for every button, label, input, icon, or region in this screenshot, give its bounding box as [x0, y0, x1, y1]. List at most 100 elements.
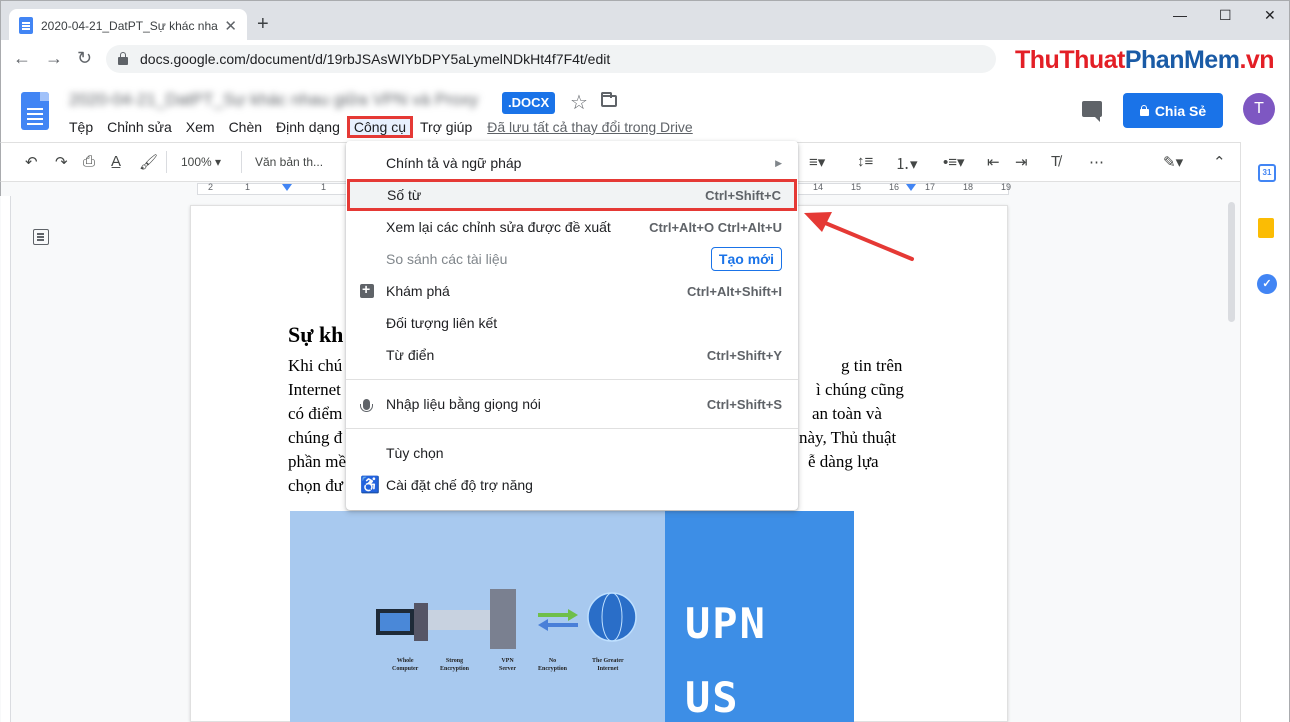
chevron-up-icon[interactable]: ⌃: [1213, 153, 1226, 171]
line-spacing-icon[interactable]: ↕≡: [857, 153, 873, 170]
vpn-illustration[interactable]: Whole Computer Strong Encryption VPN Ser…: [290, 511, 854, 722]
blue-arrow-icon: [538, 619, 578, 631]
menu-insert[interactable]: Chèn: [222, 117, 269, 137]
lock-icon: [118, 52, 128, 65]
undo-icon[interactable]: ↶: [25, 153, 38, 171]
menu-item-review-edits[interactable]: Xem lại các chỉnh sửa được đề xuất Ctrl+…: [346, 211, 798, 243]
caption-computer: Whole Computer: [392, 658, 419, 672]
clear-formatting-icon[interactable]: T̸: [1051, 153, 1060, 170]
new-tab-button[interactable]: +: [257, 13, 269, 36]
menu-item-label: Chính tả và ngữ pháp: [386, 155, 522, 171]
forward-arrow-icon[interactable]: →: [45, 48, 63, 69]
explore-icon: [360, 281, 374, 298]
menu-tools[interactable]: Công cụ: [346, 116, 414, 138]
move-folder-icon[interactable]: [601, 92, 617, 107]
saved-status-link[interactable]: Đã lưu tất cả thay đổi trong Drive: [487, 119, 692, 135]
document-outline-icon[interactable]: [33, 229, 49, 245]
document-title[interactable]: 2020-04-21_DatPT_Sự khác nhau giữa VPN v…: [69, 90, 478, 110]
style-select[interactable]: Văn bản th...: [255, 155, 323, 169]
new-badge-button[interactable]: Tạo mới: [710, 247, 782, 271]
print-icon[interactable]: ⎙: [83, 153, 95, 170]
vertical-ruler: [1, 196, 11, 722]
vpn-diagram: [376, 589, 637, 649]
menu-item-dictionary[interactable]: Từ điển Ctrl+Shift+Y: [346, 339, 798, 371]
url-input[interactable]: docs.google.com/document/d/19rbJSAsWIYbD…: [106, 45, 996, 73]
star-icon[interactable]: ☆: [570, 90, 588, 115]
caption-no-encryption: No Encryption: [538, 658, 568, 672]
text-line: có điểm: [288, 404, 343, 423]
zoom-select[interactable]: 100% ▾: [181, 155, 221, 169]
redo-icon[interactable]: ↷: [55, 153, 68, 171]
watermark-part3: .vn: [1239, 46, 1275, 74]
menu-item-shortcut: Ctrl+Shift+C: [705, 187, 781, 203]
maximize-button[interactable]: ☐: [1219, 7, 1232, 24]
text-line: chúng đ: [288, 428, 343, 447]
caption-internet: The Greater Internet: [592, 658, 624, 672]
menu-help[interactable]: Trợ giúp: [413, 117, 479, 137]
ruler-number: 14: [813, 182, 824, 192]
scrollbar-thumb[interactable]: [1228, 202, 1235, 322]
encryption-tunnel: [428, 610, 490, 630]
vpn-server-icon: [490, 589, 516, 649]
bulleted-list-icon[interactable]: •≡▾: [943, 153, 965, 171]
style-value: Văn bản th...: [255, 155, 324, 169]
keep-icon[interactable]: [1258, 218, 1274, 238]
left-indent-marker[interactable]: [282, 184, 292, 191]
reload-icon[interactable]: ↻: [77, 48, 92, 69]
docs-logo-icon[interactable]: [21, 92, 49, 130]
browser-tabstrip: 2020-04-21_DatPT_Sự khác nhau ✕ + — ☐ ✕: [0, 0, 1290, 42]
menu-item-preferences[interactable]: Tùy chọn: [346, 437, 798, 469]
menu-item-spelling[interactable]: Chính tả và ngữ pháp ▶: [346, 147, 798, 179]
align-icon[interactable]: ≡▾: [809, 153, 825, 171]
text-line: này, Thủ thuật: [799, 428, 897, 447]
ruler-number: 19: [1001, 182, 1012, 192]
close-window-button[interactable]: ✕: [1264, 7, 1276, 24]
menu-item-label: Khám phá: [386, 283, 450, 299]
editing-mode-icon[interactable]: ✎▾: [1163, 153, 1183, 171]
menu-item-label: Cài đặt chế độ trợ năng: [386, 477, 533, 493]
increase-indent-icon[interactable]: ⇥: [1015, 153, 1028, 171]
share-button[interactable]: Chia Sẻ: [1123, 93, 1223, 128]
menu-format[interactable]: Định dạng: [269, 117, 347, 137]
calendar-icon[interactable]: 31: [1258, 164, 1276, 182]
watermark-part2: PhanMem: [1124, 46, 1240, 74]
menu-item-voice-typing[interactable]: Nhập liệu bằng giọng nói Ctrl+Shift+S: [346, 388, 798, 420]
menu-item-label: Nhập liệu bằng giọng nói: [386, 396, 541, 412]
numbered-list-icon[interactable]: ⒈▾: [895, 153, 918, 174]
menu-item-accessibility[interactable]: ♿ Cài đặt chế độ trợ năng: [346, 469, 798, 501]
browser-tab[interactable]: 2020-04-21_DatPT_Sự khác nhau ✕: [9, 9, 247, 42]
paint-format-icon[interactable]: 🖌: [139, 153, 158, 171]
decrease-indent-icon[interactable]: ⇤: [987, 153, 1000, 171]
menu-view[interactable]: Xem: [179, 117, 222, 137]
document-heading: Sự kh: [288, 322, 344, 347]
menu-item-linked-objects[interactable]: Đối tượng liên kết: [346, 307, 798, 339]
menu-edit[interactable]: Chỉnh sửa: [100, 117, 179, 137]
comment-history-icon[interactable]: [1082, 101, 1102, 122]
docs-header: 2020-04-21_DatPT_Sự khác nhau giữa VPN v…: [0, 78, 1290, 142]
minimize-button[interactable]: —: [1173, 7, 1187, 23]
right-indent-marker[interactable]: [906, 184, 916, 191]
spellcheck-icon[interactable]: A̲: [111, 153, 121, 170]
vertical-scrollbar[interactable]: [1226, 196, 1238, 722]
submenu-arrow-icon: ▶: [775, 157, 782, 168]
vpn-title-word2: US: [685, 673, 740, 722]
menu-item-label: Đối tượng liên kết: [386, 315, 498, 331]
tab-close-icon[interactable]: ✕: [224, 17, 237, 35]
url-text: docs.google.com/document/d/19rbJSAsWIYbD…: [140, 51, 611, 67]
menu-file[interactable]: Tệp: [62, 117, 100, 137]
text-line: g tin trên: [841, 356, 903, 375]
menu-item-word-count[interactable]: Số từ Ctrl+Shift+C: [347, 179, 797, 211]
docs-favicon-icon: [19, 17, 33, 34]
tasks-icon[interactable]: ✓: [1257, 274, 1277, 294]
menu-item-label: Xem lại các chỉnh sửa được đề xuất: [386, 219, 611, 235]
ruler-number: 1: [321, 182, 327, 192]
caption-strong-encryption: Strong Encryption: [440, 658, 470, 672]
menu-item-label: Số từ: [387, 187, 422, 203]
avatar[interactable]: T: [1243, 93, 1275, 125]
more-options-icon[interactable]: ⋯: [1089, 153, 1104, 171]
menu-item-shortcut: Ctrl+Shift+S: [706, 396, 782, 412]
menu-item-explore[interactable]: Khám phá Ctrl+Alt+Shift+I: [346, 275, 798, 307]
text-line: Internet: [288, 380, 341, 399]
back-arrow-icon[interactable]: ←: [13, 48, 31, 69]
menu-item-label: Tùy chọn: [386, 445, 444, 461]
